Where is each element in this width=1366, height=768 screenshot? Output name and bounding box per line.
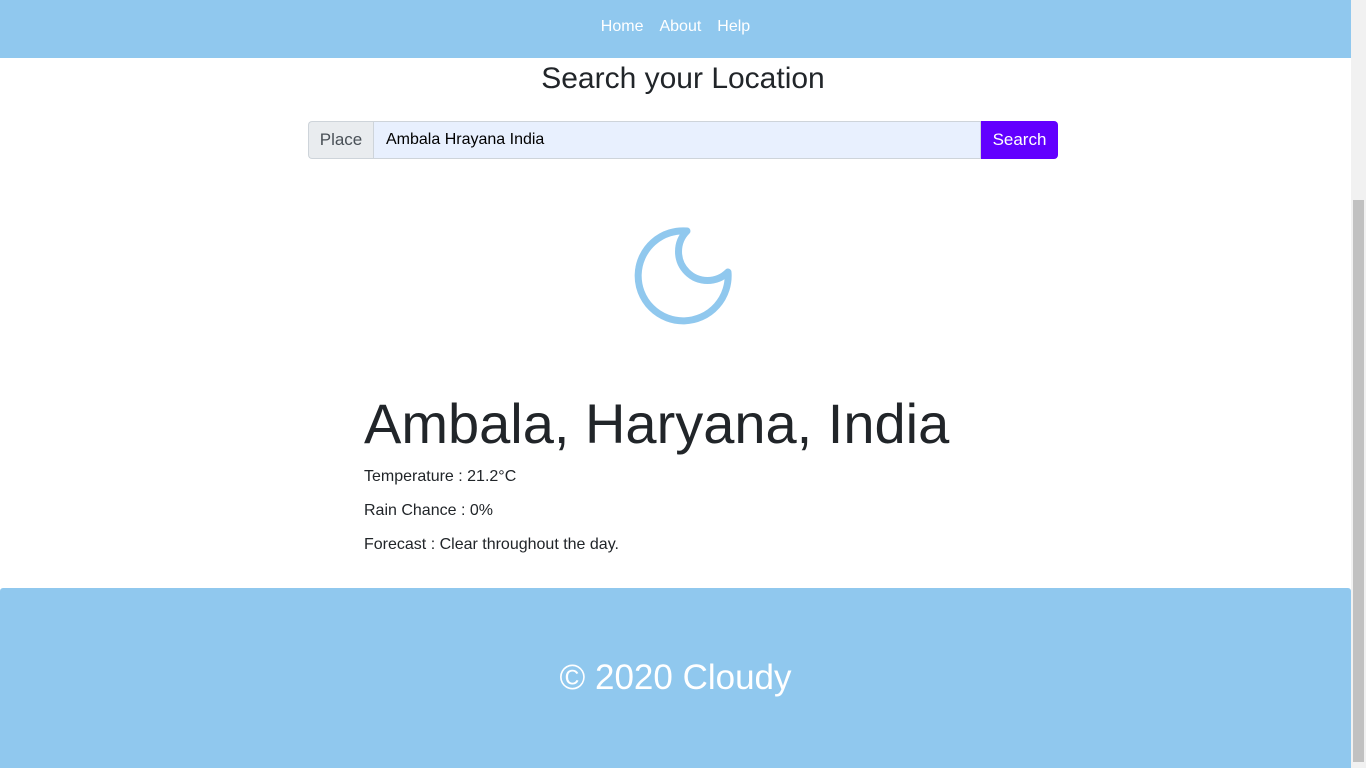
temperature-text: Temperature : 21.2°C: [364, 468, 517, 485]
search-title: Search your Location: [541, 62, 825, 95]
search-group: Place Search: [308, 121, 1058, 159]
search-button[interactable]: Search: [981, 121, 1058, 159]
rain-chance-text: Rain Chance : 0%: [364, 502, 493, 519]
footer: © 2020 Cloudy: [0, 588, 1351, 768]
nav-link-home[interactable]: Home: [593, 18, 652, 36]
place-prefix-label: Place: [308, 121, 373, 159]
place-input[interactable]: [373, 121, 981, 159]
forecast-text: Forecast : Clear throughout the day.: [364, 536, 619, 553]
nav-links: Home About Help: [593, 18, 758, 36]
page: Home About Help Search your Location Pla…: [0, 0, 1351, 768]
nav-link-help[interactable]: Help: [709, 18, 758, 36]
footer-copyright: © 2020 Cloudy: [559, 658, 792, 697]
page-scrollbar[interactable]: [1351, 0, 1366, 768]
navbar: Home About Help: [0, 0, 1351, 58]
moon-icon: [634, 227, 732, 325]
nav-link-about[interactable]: About: [651, 18, 709, 36]
location-title: Ambala, Haryana, India: [364, 392, 950, 455]
scrollbar-thumb[interactable]: [1353, 200, 1364, 762]
